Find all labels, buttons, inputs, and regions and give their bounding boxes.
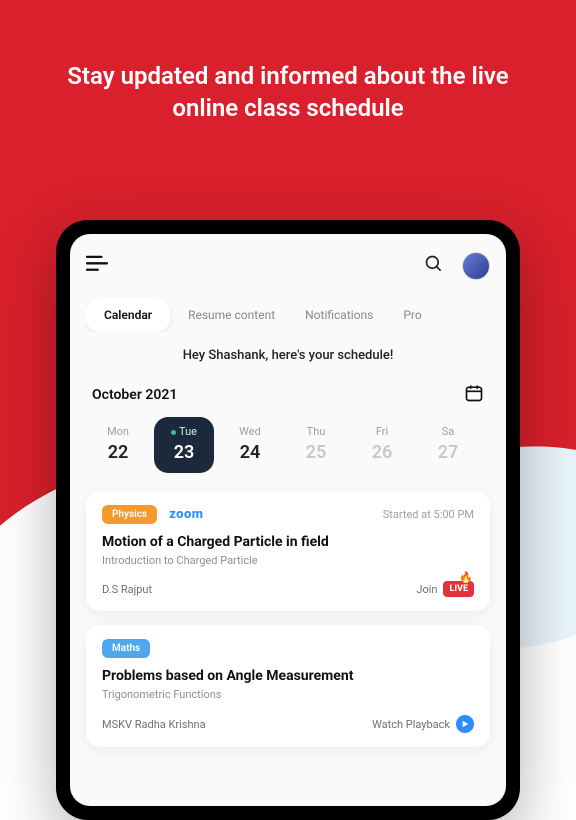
class-subtitle: Introduction to Charged Particle [102, 554, 474, 567]
day-number: 22 [88, 442, 148, 463]
greeting-text: Hey Shashank, here's your schedule! [86, 348, 490, 363]
class-card-maths[interactable]: Maths Problems based on Angle Measuremen… [86, 625, 490, 747]
search-icon[interactable] [424, 254, 444, 278]
teacher-name: MSKV Radha Krishna [102, 718, 206, 731]
day-label: Fri [352, 425, 412, 438]
tab-resume-content[interactable]: Resume content [176, 300, 287, 330]
calendar-icon[interactable] [464, 383, 484, 407]
app-screen: Calendar Resume content Notifications Pr… [70, 234, 506, 806]
day-number: 23 [154, 442, 214, 463]
day-number: 25 [286, 442, 346, 463]
teacher-name: D.S Rajput [102, 583, 152, 596]
day-wed[interactable]: Wed 24 [220, 417, 280, 473]
class-subtitle: Trigonometric Functions [102, 688, 474, 701]
subject-badge: Physics [102, 505, 157, 524]
join-label: Join [416, 583, 437, 596]
watch-playback-button[interactable]: Watch Playback [372, 715, 474, 733]
day-label: Mon [88, 425, 148, 438]
hero-headline: Stay updated and informed about the live… [0, 60, 576, 125]
day-fri[interactable]: Fri 26 [352, 417, 412, 473]
day-label: Tue [154, 425, 214, 438]
play-icon [456, 715, 474, 733]
day-label: Sa [418, 425, 478, 438]
class-title: Motion of a Charged Particle in field [102, 534, 474, 550]
month-row: October 2021 [86, 383, 490, 407]
join-button[interactable]: Join 🔥 LIVE [416, 581, 474, 597]
top-bar [86, 252, 490, 280]
day-number: 24 [220, 442, 280, 463]
class-card-physics[interactable]: Physics zoom Started at 5:00 PM Motion o… [86, 491, 490, 611]
subject-badge: Maths [102, 639, 150, 658]
started-time: Started at 5:00 PM [383, 508, 474, 521]
day-thu[interactable]: Thu 25 [286, 417, 346, 473]
tab-notifications[interactable]: Notifications [293, 300, 385, 330]
day-strip: Mon 22 Tue 23 Wed 24 Thu 25 Fri 26 Sa 27 [86, 417, 490, 473]
tab-bar: Calendar Resume content Notifications Pr… [86, 298, 490, 332]
active-dot-icon [171, 430, 176, 435]
day-tue-selected[interactable]: Tue 23 [154, 417, 214, 473]
tab-profile[interactable]: Pro [391, 300, 433, 330]
day-mon[interactable]: Mon 22 [88, 417, 148, 473]
day-number: 27 [418, 442, 478, 463]
day-label: Thu [286, 425, 346, 438]
class-title: Problems based on Angle Measurement [102, 668, 474, 684]
device-frame: Calendar Resume content Notifications Pr… [56, 220, 520, 820]
day-label: Wed [220, 425, 280, 438]
zoom-logo: zoom [169, 507, 203, 522]
live-badge: 🔥 LIVE [443, 581, 474, 597]
fire-icon: 🔥 [459, 571, 473, 584]
tab-calendar[interactable]: Calendar [86, 298, 170, 332]
menu-icon[interactable] [86, 255, 108, 277]
day-number: 26 [352, 442, 412, 463]
month-label: October 2021 [92, 387, 177, 403]
day-sat[interactable]: Sa 27 [418, 417, 478, 473]
avatar[interactable] [462, 252, 490, 280]
watch-label: Watch Playback [372, 718, 450, 731]
